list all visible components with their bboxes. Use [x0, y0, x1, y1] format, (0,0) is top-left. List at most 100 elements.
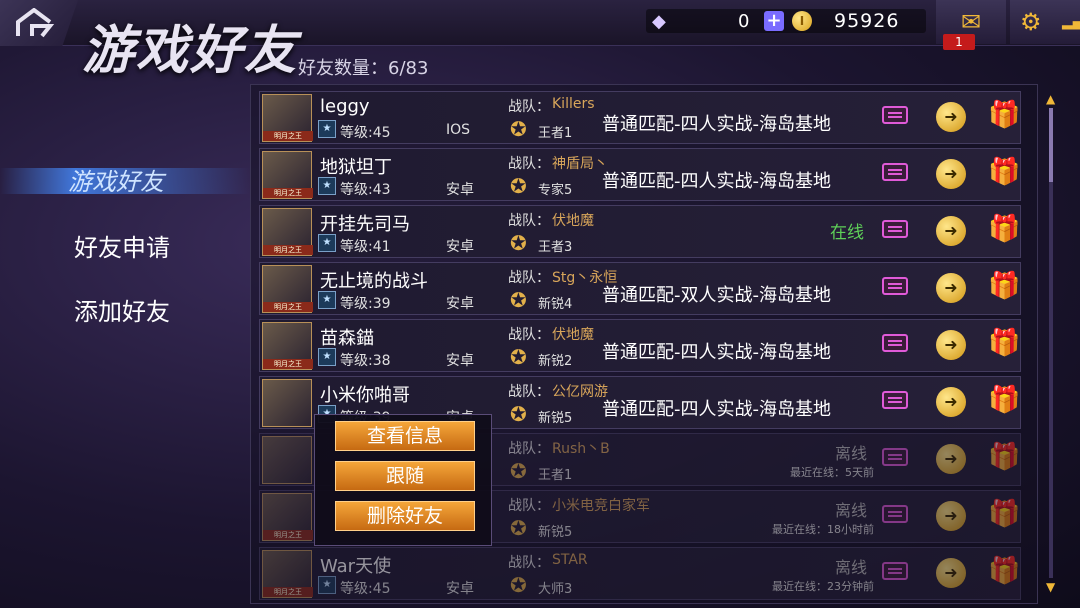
follow-button[interactable]: 跟随	[335, 461, 475, 491]
mail-badge: 1	[943, 34, 975, 50]
friend-rank: 大师3	[538, 582, 573, 597]
delete-friend-button[interactable]: 删除好友	[335, 501, 475, 531]
friend-platform: 安卓	[446, 182, 474, 198]
avatar[interactable]: 明月之王	[262, 151, 313, 199]
gift-button[interactable]: 🎁	[988, 499, 1020, 531]
chat-button[interactable]	[882, 277, 910, 301]
gift-icon: 🎁	[988, 157, 1021, 187]
invite-button[interactable]: ➜	[936, 216, 966, 246]
friend-status: 普通匹配-四人实战-海岛基地	[602, 171, 831, 192]
invite-button[interactable]: ➜	[936, 558, 966, 588]
team-label: 战队：	[508, 555, 550, 571]
chat-icon	[882, 562, 908, 580]
avatar[interactable]: 明月之王	[262, 94, 313, 142]
gift-button[interactable]: 🎁	[988, 442, 1020, 474]
invite-button[interactable]: ➜	[936, 444, 966, 474]
rank-icon: ✪	[510, 402, 527, 426]
invite-button[interactable]: ➜	[936, 273, 966, 303]
avatar[interactable]: 明月之王	[262, 493, 313, 541]
avatar[interactable]: 明月之王	[262, 322, 313, 370]
invite-button[interactable]: ➜	[936, 501, 966, 531]
online-status: 在线	[830, 223, 864, 243]
scroll-down-arrow[interactable]: ▼	[1046, 580, 1055, 594]
friend-row[interactable]: 明月之王 开挂先司马 ★ 等级:41 安卓 战队： 伏地魔 ✪ 王者3 在线 ➜…	[259, 205, 1021, 258]
gift-button[interactable]: 🎁	[988, 385, 1020, 417]
scroll-up-arrow[interactable]: ▲	[1046, 92, 1055, 106]
last-seen: 最近在线：5天前	[790, 466, 874, 479]
rank-icon: ✪	[510, 231, 527, 255]
friend-rank: 专家5	[538, 183, 573, 198]
diamond-value: 0	[738, 11, 750, 32]
team-label: 战队：	[508, 213, 550, 229]
friend-row[interactable]: 明月之王 War天使 ★ 等级:45 安卓 战队： STAR ✪ 大师3 离线 …	[259, 547, 1021, 600]
chat-button[interactable]	[882, 391, 910, 415]
avatar-tag: 明月之王	[263, 359, 313, 369]
team-name: 伏地魔	[552, 213, 594, 229]
friend-level: 等级:43	[340, 182, 391, 198]
team-name: Rush丶B	[552, 441, 610, 457]
gift-button[interactable]: 🎁	[988, 556, 1020, 588]
friend-context-menu: 查看信息 跟随 删除好友	[314, 414, 492, 546]
avatar[interactable]	[262, 379, 312, 427]
view-info-button[interactable]: 查看信息	[335, 421, 475, 451]
gift-button[interactable]: 🎁	[988, 328, 1020, 360]
friend-status: 普通匹配-四人实战-海岛基地	[602, 114, 831, 135]
friend-rank: 王者1	[538, 126, 573, 141]
gift-button[interactable]: 🎁	[988, 271, 1020, 303]
gold-value: 95926	[834, 10, 900, 32]
friend-name: leggy	[320, 96, 370, 117]
chat-button[interactable]	[882, 505, 910, 529]
invite-button[interactable]: ➜	[936, 330, 966, 360]
gift-button[interactable]: 🎁	[988, 157, 1020, 189]
chat-icon	[882, 505, 908, 523]
team-label: 战队：	[508, 498, 550, 514]
avatar[interactable]: 明月之王	[262, 208, 313, 256]
friend-row[interactable]: 明月之王 地狱坦丁 ★ 等级:43 安卓 战队： 神盾局丶 ✪ 专家5 普通匹配…	[259, 148, 1021, 201]
team-label: 战队：	[508, 270, 550, 286]
friend-name: 无止境的战斗	[320, 271, 428, 292]
nav-item-add-friend[interactable]: 添加好友	[74, 292, 170, 327]
invite-button[interactable]: ➜	[936, 102, 966, 132]
friend-row[interactable]: 明月之王 无止境的战斗 ★ 等级:39 安卓 战队： Stg丶永恒 ✪ 新锐4 …	[259, 262, 1021, 315]
level-icon: ★	[318, 348, 336, 366]
chat-button[interactable]	[882, 220, 910, 244]
friend-rank: 新锐2	[538, 354, 573, 369]
page-title: 游戏好友	[82, 21, 299, 81]
gift-icon: 🎁	[988, 556, 1021, 586]
offline-status: 离线	[835, 444, 868, 463]
gift-icon: 🎁	[988, 100, 1021, 130]
chat-button[interactable]	[882, 562, 910, 586]
scrollbar-thumb[interactable]	[1049, 108, 1053, 182]
add-diamond-button[interactable]: +	[764, 11, 784, 31]
invite-button[interactable]: ➜	[936, 159, 966, 189]
avatar[interactable]	[262, 436, 312, 484]
nav-item-friend-requests[interactable]: 好友申请	[74, 228, 170, 263]
invite-button[interactable]: ➜	[936, 387, 966, 417]
friend-row[interactable]: 明月之王 leggy ★ 等级:45 IOS 战队： Killers ✪ 王者1…	[259, 91, 1021, 144]
chat-button[interactable]	[882, 448, 910, 472]
gift-button[interactable]: 🎁	[988, 100, 1020, 132]
friend-row[interactable]: 明月之王 苗森錨 ★ 等级:38 安卓 战队： 伏地魔 ✪ 新锐2 普通匹配-四…	[259, 319, 1021, 372]
settings-button[interactable]: ⚙ ▂▄▆	[1010, 0, 1080, 44]
avatar[interactable]: 明月之王	[262, 550, 313, 598]
gear-icon: ⚙	[1020, 8, 1042, 36]
chat-button[interactable]	[882, 334, 910, 358]
friend-platform: 安卓	[446, 581, 474, 597]
friend-name: War天使	[320, 556, 392, 577]
mail-icon: ✉	[960, 8, 982, 36]
chat-icon	[882, 220, 908, 238]
chat-button[interactable]	[882, 163, 910, 187]
nav-item-game-friends[interactable]: 游戏好友	[68, 162, 164, 197]
friend-rank: 王者3	[538, 240, 573, 255]
friend-status: 普通匹配-双人实战-海岛基地	[602, 285, 831, 306]
friend-count: 好友数量：6/83	[298, 58, 429, 79]
level-icon: ★	[318, 576, 336, 594]
chat-icon	[882, 448, 908, 466]
friend-rank: 新锐5	[538, 411, 573, 426]
avatar-tag: 明月之王	[263, 245, 313, 255]
gift-button[interactable]: 🎁	[988, 214, 1020, 246]
chat-button[interactable]	[882, 106, 910, 130]
avatar[interactable]: 明月之王	[262, 265, 313, 313]
avatar-tag: 明月之王	[263, 131, 313, 141]
friend-name: 开挂先司马	[320, 214, 410, 235]
